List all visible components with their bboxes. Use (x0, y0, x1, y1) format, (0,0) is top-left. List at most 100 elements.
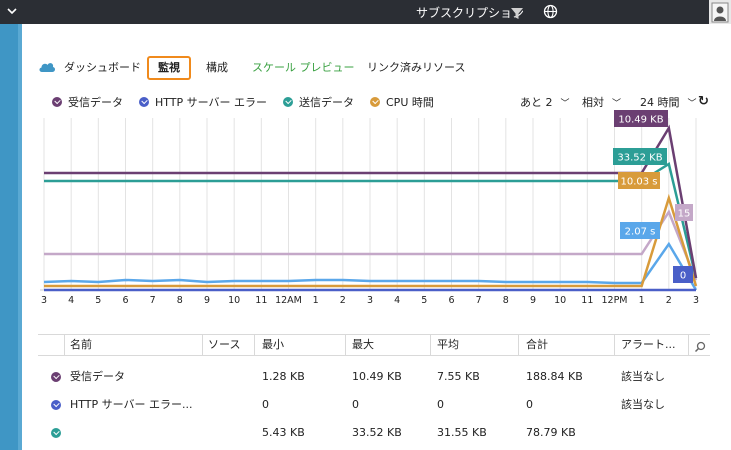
check-icon (370, 97, 380, 107)
subscriptions-label[interactable]: サブスクリプション (416, 4, 524, 21)
chevron-down-icon: ﹀ (687, 99, 697, 109)
x-tick-label: 11 (255, 295, 267, 306)
x-tick-label: 4 (394, 295, 400, 306)
column-header-name[interactable]: 名前 (70, 335, 92, 355)
row-average: 7.55 KB (437, 370, 480, 383)
check-icon (283, 97, 293, 107)
row-alert: 該当なし (621, 398, 665, 411)
column-header-source[interactable]: ソース (208, 335, 240, 355)
time-range-dropdown[interactable]: 24 時間 ﹀ (640, 95, 697, 112)
x-tick-label: 7 (476, 295, 482, 306)
tab-dashboard[interactable]: ダッシュボード (64, 56, 141, 80)
legend-item-sent[interactable]: 送信データ (283, 95, 354, 111)
value-callout-label: 10.03 s (620, 177, 657, 188)
column-divider (614, 335, 615, 355)
value-callout-label: 10.49 KB (618, 115, 663, 126)
cloud-icon (38, 59, 56, 78)
x-tick-label: 2 (666, 295, 672, 306)
x-tick-label: 3 (693, 295, 699, 306)
tab-monitor[interactable]: 監視 (147, 56, 191, 80)
row-max: 0 (352, 398, 359, 411)
row-name: HTTP サーバー エラー... (70, 398, 193, 411)
chevron-down-icon: ﹀ (560, 99, 570, 109)
more-metrics-dropdown[interactable]: あと 2 ﹀ (520, 95, 570, 112)
top-bar: サブスクリプション (0, 0, 731, 24)
x-tick-label: 1 (313, 295, 319, 306)
legend-label: HTTP サーバー エラー (155, 96, 268, 109)
left-navigation-band (0, 24, 22, 450)
x-tick-label: 4 (68, 295, 74, 306)
x-tick-label: 3 (41, 295, 47, 306)
check-icon[interactable] (51, 428, 61, 438)
column-divider (64, 335, 65, 355)
legend-label: 受信データ (68, 96, 123, 109)
x-tick-label: 6 (448, 295, 454, 306)
more-metrics-label: あと 2 (520, 96, 553, 109)
column-header-max[interactable]: 最大 (352, 335, 374, 355)
value-callout-label: 15 (678, 209, 691, 220)
value-callout-label: 0 (680, 271, 686, 282)
relative-label: 相対 (582, 96, 604, 109)
column-header-total[interactable]: 合計 (526, 335, 548, 355)
column-header-min[interactable]: 最小 (262, 335, 284, 355)
x-tick-label: 7 (150, 295, 156, 306)
user-avatar-icon[interactable] (709, 0, 731, 24)
table-row[interactable]: 5.43 KB 33.52 KB 31.55 KB 78.79 KB (38, 421, 710, 445)
legend-item-cpu[interactable]: CPU 時間 (370, 95, 434, 111)
legend-item-received[interactable]: 受信データ (52, 95, 123, 111)
tab-configure[interactable]: 構成 (206, 56, 228, 80)
check-icon (52, 97, 62, 107)
column-divider (345, 335, 346, 355)
legend-label: 送信データ (299, 96, 354, 109)
globe-icon[interactable] (543, 4, 558, 23)
time-range-label: 24 時間 (640, 96, 680, 109)
table-row[interactable]: HTTP サーバー エラー... 0 0 0 0 該当なし (38, 393, 710, 417)
column-header-alert[interactable]: アラート... (621, 335, 676, 355)
x-tick-label: 5 (95, 295, 101, 306)
x-tick-label: 1 (639, 295, 645, 306)
chevron-down-icon[interactable] (6, 6, 18, 19)
x-tick-label: 9 (530, 295, 536, 306)
relative-dropdown[interactable]: 相対 ﹀ (582, 95, 621, 112)
check-icon (139, 97, 149, 107)
row-total: 78.79 KB (526, 426, 576, 439)
x-tick-label: 12PM (601, 295, 627, 306)
chevron-down-icon: ﹀ (612, 99, 622, 109)
legend-item-http-errors[interactable]: HTTP サーバー エラー (139, 95, 267, 111)
row-min: 0 (262, 398, 269, 411)
x-tick-label: 8 (503, 295, 509, 306)
legend-label: CPU 時間 (386, 96, 434, 109)
x-tick-label: 8 (177, 295, 183, 306)
filter-icon[interactable] (510, 5, 524, 24)
table-row[interactable]: 受信データ 1.28 KB 10.49 KB 7.55 KB 188.84 KB… (38, 365, 710, 389)
row-average: 31.55 KB (437, 426, 487, 439)
tab-scale-preview[interactable]: スケール プレビュー (252, 56, 355, 80)
check-icon[interactable] (51, 400, 61, 410)
x-tick-label: 6 (122, 295, 128, 306)
row-max: 33.52 KB (352, 426, 402, 439)
refresh-icon[interactable]: ↻ (698, 94, 709, 109)
x-tick-label: 10 (554, 295, 566, 306)
column-header-average[interactable]: 平均 (437, 335, 459, 355)
x-tick-label: 12AM (275, 295, 302, 306)
column-divider (688, 335, 689, 355)
x-tick-label: 11 (581, 295, 593, 306)
value-callout-label: 33.52 KB (617, 153, 662, 164)
x-tick-label: 9 (204, 295, 210, 306)
row-name: 受信データ (70, 370, 125, 383)
check-icon[interactable] (51, 372, 61, 382)
tab-linked-resources[interactable]: リンク済みリソース (367, 56, 465, 80)
column-divider (202, 335, 203, 355)
row-min: 1.28 KB (262, 370, 305, 383)
search-icon[interactable] (694, 338, 706, 357)
row-alert: 該当なし (621, 370, 665, 383)
x-tick-label: 5 (421, 295, 427, 306)
column-divider (430, 335, 431, 355)
metrics-table-header: 名前 ソース 最小 最大 平均 合計 アラート... (38, 334, 710, 356)
row-min: 5.43 KB (262, 426, 305, 439)
row-average: 0 (437, 398, 444, 411)
value-callout-label: 2.07 s (625, 227, 656, 238)
x-tick-label: 3 (367, 295, 373, 306)
x-tick-label: 10 (228, 295, 240, 306)
row-total: 0 (526, 398, 533, 411)
